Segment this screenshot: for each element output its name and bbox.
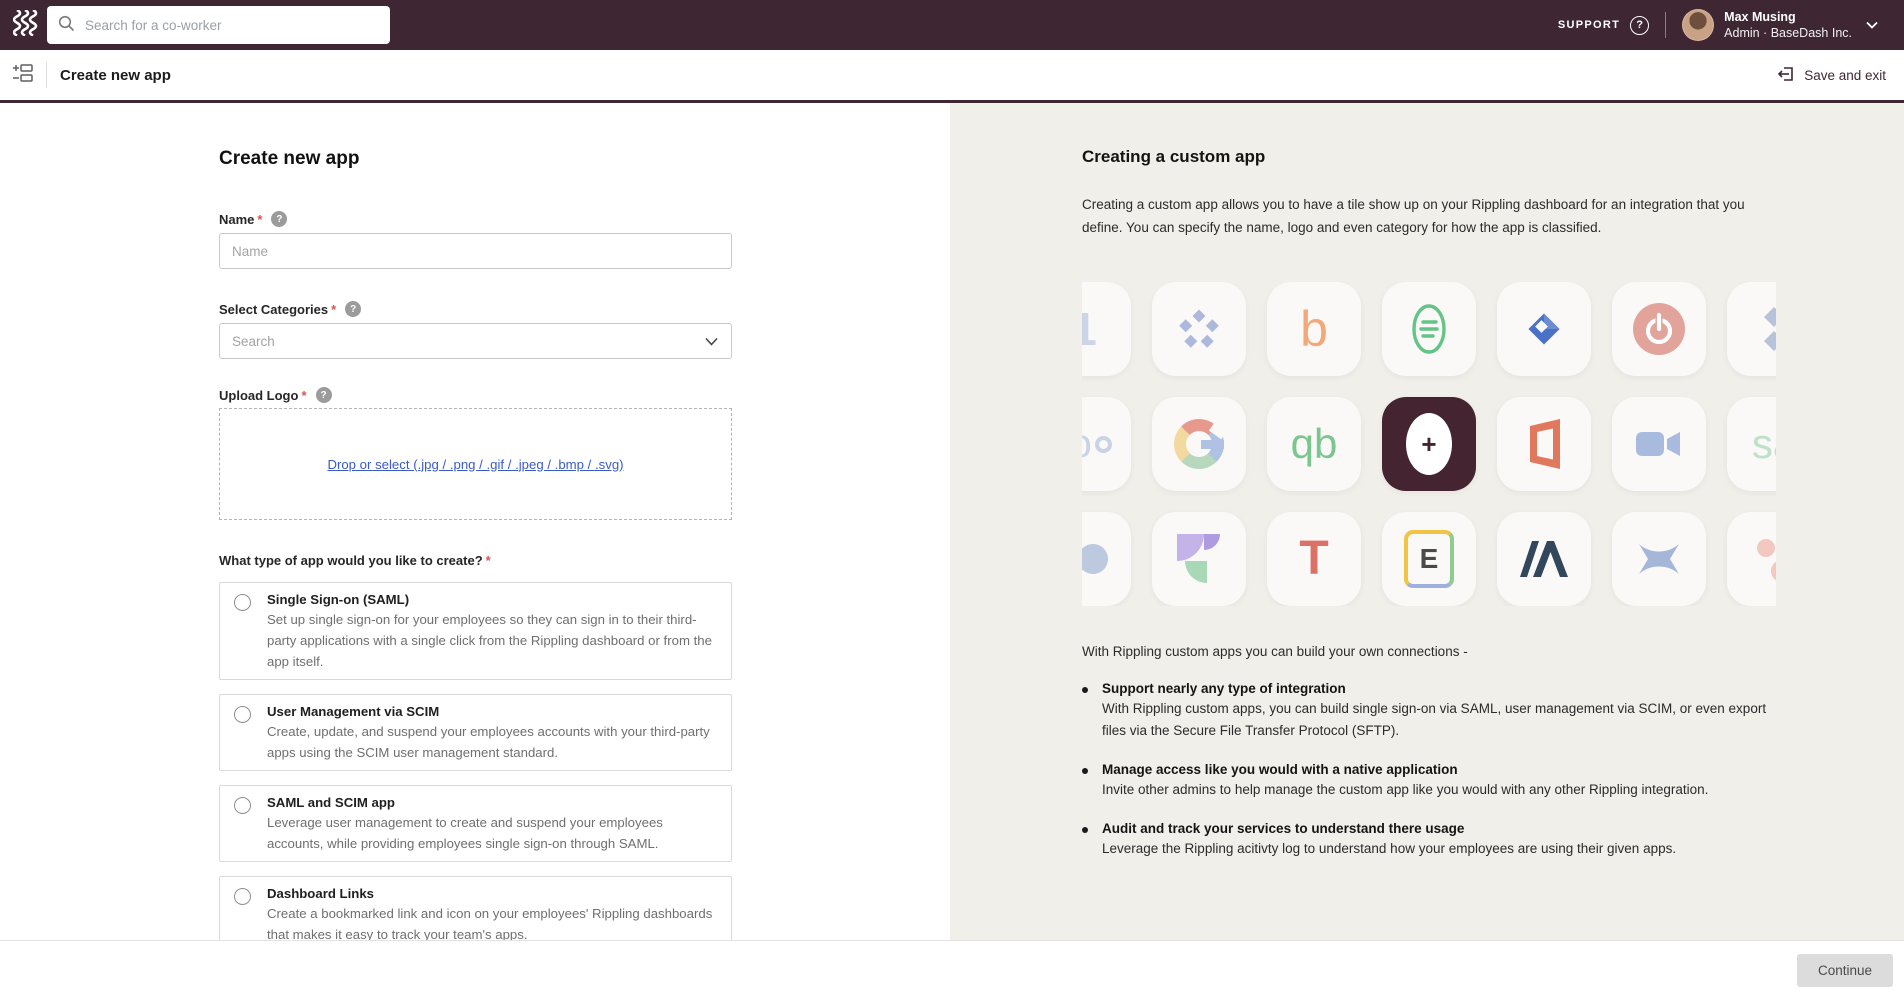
radio-button[interactable] [234, 888, 251, 905]
app-tile-atlassian-a-icon [1497, 512, 1591, 606]
save-and-exit-label: Save and exit [1804, 68, 1886, 83]
categories-label: Select Categories [219, 302, 328, 317]
app-tile-google-g-icon [1152, 397, 1246, 491]
app-tile-bowtie-icon [1612, 512, 1706, 606]
app-tile-video-camera-icon [1612, 397, 1706, 491]
option-description: Leverage user management to create and s… [267, 812, 715, 854]
support-link[interactable]: SUPPORT [1558, 19, 1620, 31]
topbar-divider [1665, 12, 1666, 38]
list-item: Audit and track your services to underst… [1082, 821, 1776, 860]
custom-app-plus-tile: + [1382, 397, 1476, 491]
connections-line: With Rippling custom apps you can build … [1082, 644, 1776, 659]
app-tiles-illustration: 1 b [1082, 282, 1776, 606]
bullet-title: Support nearly any type of integration [1102, 681, 1776, 696]
help-icon[interactable]: ? [1630, 16, 1649, 35]
option-title: Single Sign-on (SAML) [267, 592, 715, 607]
app-tile-office-icon [1497, 397, 1591, 491]
option-title: User Management via SCIM [267, 704, 715, 719]
app-tile-pentagon-icon [1152, 282, 1246, 376]
search-icon [58, 15, 74, 36]
list-item: Manage access like you would with a nati… [1082, 762, 1776, 801]
upload-logo-label: Upload Logo [219, 388, 298, 403]
user-menu[interactable]: Max Musing Admin · BaseDash Inc. [1682, 9, 1878, 42]
bullet-icon [1082, 827, 1088, 833]
topbar: SUPPORT ? Max Musing Admin · BaseDash In… [0, 0, 1904, 50]
list-item: Support nearly any type of integration W… [1082, 681, 1776, 742]
app-tile-power-icon [1612, 282, 1706, 376]
bullet-description: With Rippling custom apps, you can build… [1102, 698, 1776, 742]
content-area: Create new app Name * ? Select Categorie… [0, 103, 1904, 940]
app-tile-diamonds-icon [1727, 282, 1776, 376]
option-title: Dashboard Links [267, 886, 715, 901]
app-type-options: Single Sign-on (SAML) Set up single sign… [219, 582, 732, 953]
info-heading: Creating a custom app [1082, 147, 1776, 167]
user-name: Max Musing [1724, 9, 1852, 25]
required-asterisk: * [301, 388, 306, 403]
info-panel: Creating a custom app Creating a custom … [950, 103, 1904, 940]
name-label: Name [219, 212, 254, 227]
categories-select[interactable] [219, 317, 732, 359]
page-toolbar: Create new app Save and exit [0, 50, 1904, 103]
benefits-list: Support nearly any type of integration W… [1082, 681, 1776, 860]
app-tile-quickbooks-icon: qb [1267, 397, 1361, 491]
plus-icon: + [1406, 413, 1452, 475]
create-app-form: Create new app Name * ? Select Categorie… [219, 103, 732, 953]
app-tile-t-icon: T [1267, 512, 1361, 606]
app-tile-b-icon: b [1267, 282, 1361, 376]
app-tile-diamond-icon [1497, 282, 1591, 376]
app-type-question: What type of app would you like to creat… [219, 553, 483, 568]
radio-button[interactable] [234, 594, 251, 611]
app-tile-ledger-icon: 1 [1082, 282, 1131, 376]
bullet-title: Audit and track your services to underst… [1102, 821, 1776, 836]
app-tile-ro-icon: ro [1082, 397, 1131, 491]
required-asterisk: * [331, 302, 336, 317]
option-description: Create a bookmarked link and icon on you… [267, 903, 715, 945]
app-tile-dots-icon [1727, 512, 1776, 606]
bullet-icon [1082, 768, 1088, 774]
rippling-logo-icon[interactable] [13, 10, 39, 41]
radio-button[interactable] [234, 797, 251, 814]
option-title: SAML and SCIM app [267, 795, 715, 810]
drop-or-select-link[interactable]: Drop or select (.jpg / .png / .gif / .jp… [327, 457, 623, 472]
user-role: Admin · BaseDash Inc. [1724, 25, 1852, 41]
upload-help-icon[interactable]: ? [316, 387, 332, 403]
option-description: Set up single sign-on for your employees… [267, 609, 715, 672]
bullet-title: Manage access like you would with a nati… [1102, 762, 1776, 777]
required-asterisk: * [257, 212, 262, 227]
search-input[interactable] [83, 17, 379, 34]
app-type-option-saml-scim[interactable]: SAML and SCIM app Leverage user manageme… [219, 785, 732, 862]
app-type-option-saml[interactable]: Single Sign-on (SAML) Set up single sign… [219, 582, 732, 680]
bullet-icon [1082, 687, 1088, 693]
bullet-description: Leverage the Rippling acitivty log to un… [1102, 838, 1776, 860]
required-asterisk: * [486, 553, 491, 568]
categories-help-icon[interactable]: ? [345, 301, 361, 317]
categories-search-input[interactable] [219, 323, 732, 359]
name-help-icon[interactable]: ? [271, 211, 287, 227]
name-field[interactable] [219, 233, 732, 269]
app-tile-oval-lines-icon [1382, 282, 1476, 376]
radio-button[interactable] [234, 706, 251, 723]
chevron-down-icon[interactable] [1866, 16, 1878, 34]
info-intro: Creating a custom app allows you to have… [1082, 193, 1762, 239]
exit-icon [1777, 65, 1795, 86]
option-description: Create, update, and suspend your employe… [267, 721, 715, 763]
app-tile-leaf-icon [1152, 512, 1246, 606]
page-title: Create new app [60, 67, 171, 84]
toolbar-divider [46, 62, 47, 88]
form-heading: Create new app [219, 148, 732, 170]
app-tile-sage-icon: sa [1727, 397, 1776, 491]
coworker-search[interactable] [47, 6, 390, 44]
app-tile-expensify-e-icon: E [1382, 512, 1476, 606]
continue-button[interactable]: Continue [1797, 954, 1893, 987]
avatar[interactable] [1682, 9, 1714, 41]
app-tile-cloud-icon [1082, 512, 1131, 606]
save-and-exit-button[interactable]: Save and exit [1777, 65, 1886, 86]
logo-dropzone[interactable]: Drop or select (.jpg / .png / .gif / .jp… [219, 408, 732, 520]
add-to-list-icon[interactable] [12, 63, 33, 88]
app-type-option-scim[interactable]: User Management via SCIM Create, update,… [219, 694, 732, 771]
wizard-footer: Continue [0, 940, 1904, 999]
bullet-description: Invite other admins to help manage the c… [1102, 779, 1776, 801]
